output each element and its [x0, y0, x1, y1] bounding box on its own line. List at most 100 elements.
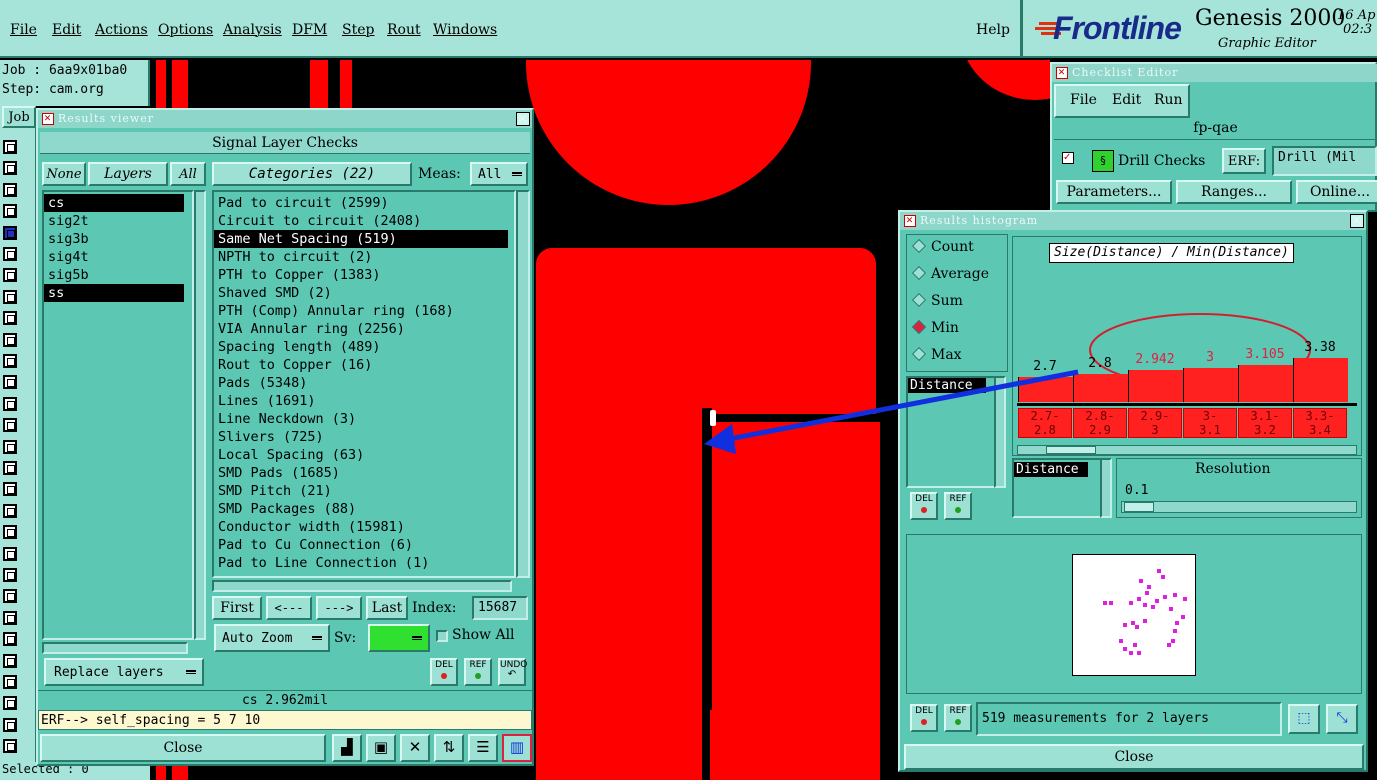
- mode-radio-count[interactable]: Count: [911, 238, 974, 255]
- next-button[interactable]: --->: [316, 596, 362, 620]
- last-button[interactable]: Last: [366, 596, 408, 620]
- bin-label[interactable]: 2.7- 2.8: [1018, 408, 1072, 438]
- layer-checkbox[interactable]: [3, 546, 17, 561]
- menu-windows[interactable]: Windows: [433, 22, 497, 38]
- erf-value-field[interactable]: Drill (Mil: [1272, 146, 1377, 176]
- distance-list-2[interactable]: Distance: [1012, 458, 1104, 518]
- layer-checkbox[interactable]: [3, 568, 17, 582]
- none-button[interactable]: None: [42, 162, 86, 186]
- drill-checks-checkbox[interactable]: ✓: [1062, 152, 1074, 164]
- mode-radio-min[interactable]: Min: [911, 319, 959, 336]
- first-button[interactable]: First: [212, 596, 262, 620]
- layer-item-sig2t[interactable]: sig2t: [44, 212, 184, 230]
- close-icon[interactable]: ×: [516, 112, 530, 126]
- layers-list[interactable]: cs sig2t sig3b sig4t sig5b ss: [42, 190, 194, 640]
- results-viewer-titlebar[interactable]: ✕ Results viewer ×: [38, 110, 532, 128]
- bin-label[interactable]: 2.8- 2.9: [1073, 408, 1127, 438]
- category-item[interactable]: Conductor width (15981): [214, 518, 405, 536]
- erf-button[interactable]: ERF:: [1222, 148, 1266, 174]
- checklist-menu-file[interactable]: File: [1070, 92, 1097, 108]
- category-item[interactable]: Shaved SMD (2): [214, 284, 332, 302]
- online-button[interactable]: Online...: [1296, 180, 1377, 204]
- layer-checkbox[interactable]: [3, 418, 17, 433]
- categories-button[interactable]: Categories (22): [212, 162, 412, 186]
- layer-checkbox[interactable]: [3, 439, 17, 454]
- layer-item-sig4t[interactable]: sig4t: [44, 248, 184, 266]
- checklist-menu-edit[interactable]: Edit: [1112, 92, 1141, 108]
- histogram-bar[interactable]: [1128, 370, 1183, 402]
- mode-radio-average[interactable]: Average: [911, 265, 989, 282]
- categories-list[interactable]: Pad to circuit (2599) Circuit to circuit …: [212, 190, 516, 578]
- category-item[interactable]: SMD Pitch (21): [214, 482, 332, 500]
- distance-item[interactable]: Distance: [908, 378, 986, 393]
- layer-checkbox[interactable]: [3, 589, 17, 604]
- layer-checkbox[interactable]: [3, 311, 17, 326]
- categories-hscrollbar[interactable]: [212, 580, 512, 592]
- layer-checkbox[interactable]: [3, 182, 17, 197]
- mode-radio-sum[interactable]: Sum: [911, 292, 963, 309]
- menu-analysis[interactable]: Analysis: [223, 22, 282, 38]
- ref-button[interactable]: REF: [464, 658, 492, 686]
- slider-thumb[interactable]: [1124, 502, 1154, 512]
- layer-checkbox[interactable]: [3, 247, 17, 261]
- hist-ref-button[interactable]: REF: [944, 492, 972, 520]
- layer-checkbox[interactable]: [3, 632, 17, 647]
- layer-checkbox[interactable]: [3, 739, 17, 754]
- measure-icon[interactable]: ▟: [332, 734, 362, 762]
- histogram-icon[interactable]: ▥: [502, 734, 532, 762]
- histogram-bar[interactable]: [1018, 377, 1073, 402]
- hist-del-button[interactable]: DEL: [910, 492, 938, 520]
- layer-checkbox[interactable]: [3, 396, 17, 411]
- layers-hscrollbar[interactable]: [42, 642, 188, 654]
- job-button[interactable]: Job: [2, 106, 36, 128]
- category-item[interactable]: Pads (5348): [214, 374, 307, 392]
- layer-checkbox[interactable]: [3, 268, 17, 283]
- distance-scrollbar[interactable]: [994, 376, 1006, 488]
- checklist-menu-run[interactable]: Run: [1154, 92, 1183, 108]
- histogram-bar[interactable]: [1238, 365, 1293, 402]
- histogram-bar[interactable]: [1073, 374, 1128, 402]
- category-item[interactable]: NPTH to circuit (2): [214, 248, 372, 266]
- menu-help[interactable]: Help: [976, 22, 1010, 38]
- menu-rout[interactable]: Rout: [387, 22, 421, 38]
- step-icon[interactable]: ⇅: [434, 734, 464, 762]
- distance-scrollbar-2[interactable]: [1100, 458, 1112, 518]
- checklist-editor-titlebar[interactable]: ✕ Checklist Editor: [1052, 64, 1377, 82]
- category-item[interactable]: PTH to Copper (1383): [214, 266, 381, 284]
- preview-map[interactable]: [1072, 554, 1196, 676]
- layer-item-cs[interactable]: cs: [44, 194, 184, 212]
- layer-checkbox[interactable]: [3, 696, 17, 711]
- erf-off-icon[interactable]: ✕: [400, 734, 430, 762]
- layer-checkbox[interactable]: [3, 525, 17, 540]
- layer-checkbox[interactable]: [3, 225, 17, 240]
- layer-checkbox[interactable]: [3, 375, 17, 390]
- record-icon[interactable]: ▣: [366, 734, 396, 762]
- close-icon[interactable]: ×: [1350, 214, 1364, 228]
- hist-ref-button-2[interactable]: REF: [944, 704, 972, 732]
- bin-label[interactable]: 3.3- 3.4: [1293, 408, 1347, 438]
- histogram-titlebar[interactable]: ✕ Results histogram ×: [900, 212, 1366, 230]
- category-item[interactable]: Line Neckdown (3): [214, 410, 356, 428]
- menu-options[interactable]: Options: [158, 22, 213, 38]
- category-item[interactable]: Local Spacing (63): [214, 446, 364, 464]
- layer-checkbox[interactable]: [3, 354, 17, 368]
- show-all-checkbox[interactable]: [436, 630, 448, 642]
- category-item[interactable]: SMD Packages (88): [214, 500, 356, 518]
- chart-hscrollbar[interactable]: [1017, 445, 1357, 455]
- zoom-icon-button[interactable]: ⬚: [1288, 704, 1320, 734]
- category-item[interactable]: PTH (Comp) Annular ring (168): [214, 302, 454, 320]
- replace-layers-dropdown[interactable]: Replace layers: [44, 658, 204, 686]
- category-item[interactable]: VIA Annular ring (2256): [214, 320, 405, 338]
- undo-button[interactable]: UNDO ↶: [498, 658, 527, 686]
- histogram-close-button[interactable]: Close: [904, 744, 1364, 770]
- layer-item-sig3b[interactable]: sig3b: [44, 230, 184, 248]
- category-item[interactable]: Rout to Copper (16): [214, 356, 372, 374]
- layer-checkbox[interactable]: [3, 653, 17, 668]
- layer-item-sig5b[interactable]: sig5b: [44, 266, 184, 284]
- category-item[interactable]: Pad to circuit (2599): [214, 194, 389, 212]
- layer-checkbox[interactable]: [3, 610, 17, 625]
- layer-checkbox[interactable]: [3, 332, 17, 347]
- index-input[interactable]: 15687: [472, 596, 528, 620]
- pan-icon-button[interactable]: ⤡: [1326, 704, 1358, 734]
- meas-dropdown[interactable]: All: [470, 162, 528, 186]
